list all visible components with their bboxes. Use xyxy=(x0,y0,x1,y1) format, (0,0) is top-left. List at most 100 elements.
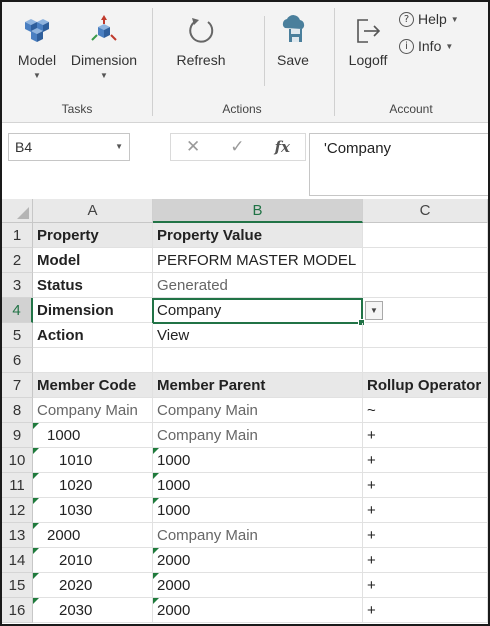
refresh-button[interactable]: Refresh xyxy=(168,8,234,68)
row-header[interactable]: 12 xyxy=(2,498,33,523)
table-row: 13 2000 Company Main + xyxy=(2,523,488,548)
cell[interactable] xyxy=(153,348,363,373)
cell[interactable]: Generated xyxy=(153,273,363,298)
save-button[interactable]: Save xyxy=(270,8,316,68)
cell[interactable]: Property xyxy=(33,223,153,248)
row-header[interactable]: 13 xyxy=(2,523,33,548)
cell[interactable]: PERFORM MASTER MODEL xyxy=(153,248,363,273)
group-label-account: Account xyxy=(389,102,433,116)
row-header[interactable]: 16 xyxy=(2,598,33,623)
dropdown-arrow-icon[interactable]: ▼ xyxy=(365,301,383,320)
cell[interactable]: Company Main xyxy=(153,423,363,448)
cell-active[interactable]: Company xyxy=(153,298,363,323)
cell[interactable]: 2010 xyxy=(33,548,153,573)
button-divider xyxy=(264,16,265,86)
cell[interactable]: + xyxy=(363,573,488,598)
row-header[interactable]: 5 xyxy=(2,323,33,348)
logoff-label: Logoff xyxy=(348,52,388,68)
row-header[interactable]: 15 xyxy=(2,573,33,598)
column-header-b[interactable]: B xyxy=(153,199,363,223)
insert-function-icon[interactable]: fx xyxy=(275,138,290,156)
cell[interactable] xyxy=(363,323,488,348)
table-row: 8 Company Main Company Main ~ xyxy=(2,398,488,423)
cell[interactable]: 2000 xyxy=(153,573,363,598)
row-header[interactable]: 4 xyxy=(2,298,33,323)
row-header[interactable]: 8 xyxy=(2,398,33,423)
cell[interactable]: 1020 xyxy=(33,473,153,498)
chevron-down-icon: ▼ xyxy=(450,14,459,24)
chevron-down-icon[interactable]: ▼ xyxy=(115,134,123,160)
ribbon: Model ▼ Dimension ▼ Tasks Refresh Save A… xyxy=(2,2,488,123)
cancel-icon[interactable]: ✕ xyxy=(186,137,200,157)
cell[interactable]: Company Main xyxy=(33,398,153,423)
cell[interactable] xyxy=(363,273,488,298)
info-icon: i xyxy=(399,38,414,54)
cell[interactable]: Company Main xyxy=(153,523,363,548)
name-box-value: B4 xyxy=(15,139,33,155)
cell[interactable]: + xyxy=(363,448,488,473)
cell[interactable]: 1000 xyxy=(153,448,363,473)
cell[interactable]: Rollup Operator xyxy=(363,373,488,398)
row-header[interactable]: 6 xyxy=(2,348,33,373)
cell[interactable]: Member Code xyxy=(33,373,153,398)
spreadsheet-grid: A B C 1 Property Property Value 2 Model … xyxy=(2,199,488,624)
formula-input[interactable]: 'Company xyxy=(309,133,488,196)
cell[interactable]: Action xyxy=(33,323,153,348)
cell[interactable]: 2000 xyxy=(33,523,153,548)
row-header[interactable]: 1 xyxy=(2,223,33,248)
cell[interactable]: 2030 xyxy=(33,598,153,623)
row-header[interactable]: 7 xyxy=(2,373,33,398)
cell[interactable]: + xyxy=(363,598,488,623)
cell[interactable]: 1000 xyxy=(153,473,363,498)
table-row: 3 Status Generated xyxy=(2,273,488,298)
row-header[interactable]: 11 xyxy=(2,473,33,498)
model-button[interactable]: Model ▼ xyxy=(12,8,62,81)
table-row: 9 1000 Company Main + xyxy=(2,423,488,448)
enter-check-icon[interactable]: ✓ xyxy=(230,137,244,157)
info-button[interactable]: i Info ▼ xyxy=(399,38,453,54)
row-header[interactable]: 3 xyxy=(2,273,33,298)
cell[interactable]: Property Value xyxy=(153,223,363,248)
name-box[interactable]: B4 ▼ xyxy=(8,133,130,161)
cell[interactable]: Company Main xyxy=(153,398,363,423)
select-all-button[interactable] xyxy=(2,199,33,223)
model-cubes-icon xyxy=(12,8,62,46)
cell[interactable]: Model xyxy=(33,248,153,273)
cell[interactable]: 1030 xyxy=(33,498,153,523)
cell[interactable]: 1000 xyxy=(33,423,153,448)
cell[interactable]: ~ xyxy=(363,398,488,423)
cell[interactable]: Member Parent xyxy=(153,373,363,398)
cell[interactable]: + xyxy=(363,423,488,448)
logoff-button[interactable]: Logoff xyxy=(342,8,394,68)
column-header-a[interactable]: A xyxy=(33,199,153,223)
cell[interactable]: + xyxy=(363,523,488,548)
excel-window: Model ▼ Dimension ▼ Tasks Refresh Save A… xyxy=(0,0,490,626)
save-label: Save xyxy=(277,52,309,68)
cell[interactable]: 1000 xyxy=(153,498,363,523)
dimension-button[interactable]: Dimension ▼ xyxy=(66,8,142,81)
cell[interactable]: View xyxy=(153,323,363,348)
column-header-c[interactable]: C xyxy=(363,199,488,223)
cell[interactable]: 1010 xyxy=(33,448,153,473)
cell[interactable] xyxy=(363,248,488,273)
cell[interactable] xyxy=(33,348,153,373)
help-button[interactable]: ? Help ▼ xyxy=(399,11,459,27)
cell[interactable]: + xyxy=(363,498,488,523)
table-row: 6 xyxy=(2,348,488,373)
row-header[interactable]: 14 xyxy=(2,548,33,573)
cell[interactable] xyxy=(363,223,488,248)
cell[interactable] xyxy=(363,348,488,373)
row-header[interactable]: 2 xyxy=(2,248,33,273)
cell[interactable]: 2020 xyxy=(33,573,153,598)
cell[interactable]: 2000 xyxy=(153,548,363,573)
cell[interactable]: + xyxy=(363,473,488,498)
row-header[interactable]: 10 xyxy=(2,448,33,473)
cell[interactable]: Status xyxy=(33,273,153,298)
group-divider xyxy=(334,8,335,116)
table-row: 12 1030 1000 + xyxy=(2,498,488,523)
cell[interactable]: + xyxy=(363,548,488,573)
row-header[interactable]: 9 xyxy=(2,423,33,448)
cell[interactable]: Dimension xyxy=(33,298,153,323)
model-label: Model xyxy=(17,52,57,68)
cell[interactable]: 2000 xyxy=(153,598,363,623)
